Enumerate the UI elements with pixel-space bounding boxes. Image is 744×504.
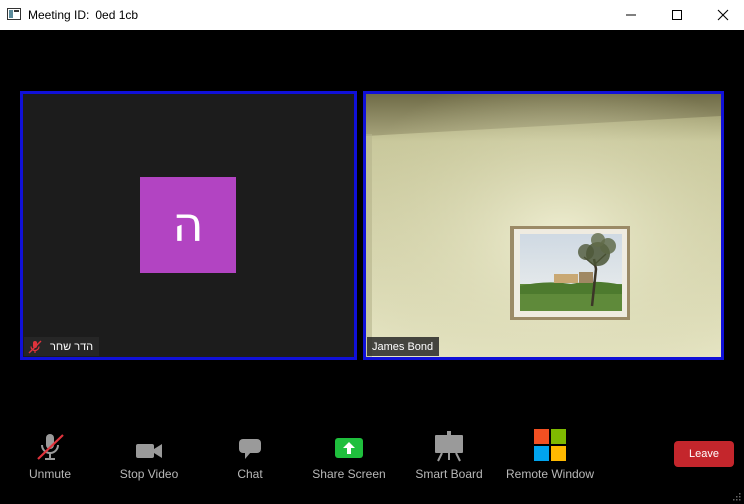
camera-video-feed (366, 94, 721, 357)
app-window-icon (7, 8, 21, 20)
resize-grip-icon[interactable] (731, 491, 741, 501)
framed-picture (510, 226, 630, 320)
windows-logo-icon (534, 429, 566, 461)
chat-label: Chat (237, 467, 263, 481)
window-title: Meeting ID: 0ed 1cb (28, 8, 138, 22)
maximize-button[interactable] (654, 0, 700, 30)
whiteboard-easel-icon (435, 431, 463, 462)
stop-video-button[interactable]: Stop Video (116, 428, 182, 481)
muted-microphone-icon (28, 340, 42, 353)
title-bar: Meeting ID: 0ed 1cb (0, 0, 744, 30)
meeting-toolbar: Unmute Stop Video Chat Share Screen Smar… (0, 420, 744, 490)
unmute-button[interactable]: Unmute (24, 428, 76, 481)
unmute-label: Unmute (28, 467, 72, 481)
remote-window-button[interactable]: Remote Window (501, 428, 599, 481)
maximize-icon (672, 10, 682, 20)
muted-microphone-icon (37, 434, 64, 460)
close-button[interactable] (700, 0, 744, 30)
participant-name: James Bond (372, 340, 434, 353)
share-screen-button[interactable]: Share Screen (310, 428, 388, 481)
participant-video-tile[interactable]: James Bond (363, 91, 724, 360)
meeting-id-value: 0ed 1cb (95, 8, 139, 22)
minimize-button[interactable] (608, 0, 654, 30)
share-screen-icon (335, 438, 363, 458)
participant-name-tag: הדר שחר (24, 337, 100, 356)
stop-video-label: Stop Video (119, 467, 179, 481)
minimize-icon (626, 14, 636, 16)
participant-avatar: ה (140, 177, 236, 273)
smart-board-button[interactable]: Smart Board (413, 428, 485, 481)
participant-tile[interactable]: ה הדר שחר (20, 91, 357, 360)
participant-name: הדר שחר (50, 340, 94, 353)
chat-bubble-icon (239, 439, 261, 459)
share-screen-label: Share Screen (312, 467, 386, 481)
participant-name-tag: James Bond (367, 337, 440, 356)
remote-window-label: Remote Window (505, 467, 595, 481)
meeting-id-label: Meeting ID: (28, 8, 90, 22)
video-camera-icon (136, 444, 162, 458)
close-icon (717, 9, 729, 21)
leave-meeting-button[interactable]: Leave (674, 441, 734, 467)
smart-board-label: Smart Board (415, 467, 483, 481)
chat-button[interactable]: Chat (230, 428, 270, 481)
